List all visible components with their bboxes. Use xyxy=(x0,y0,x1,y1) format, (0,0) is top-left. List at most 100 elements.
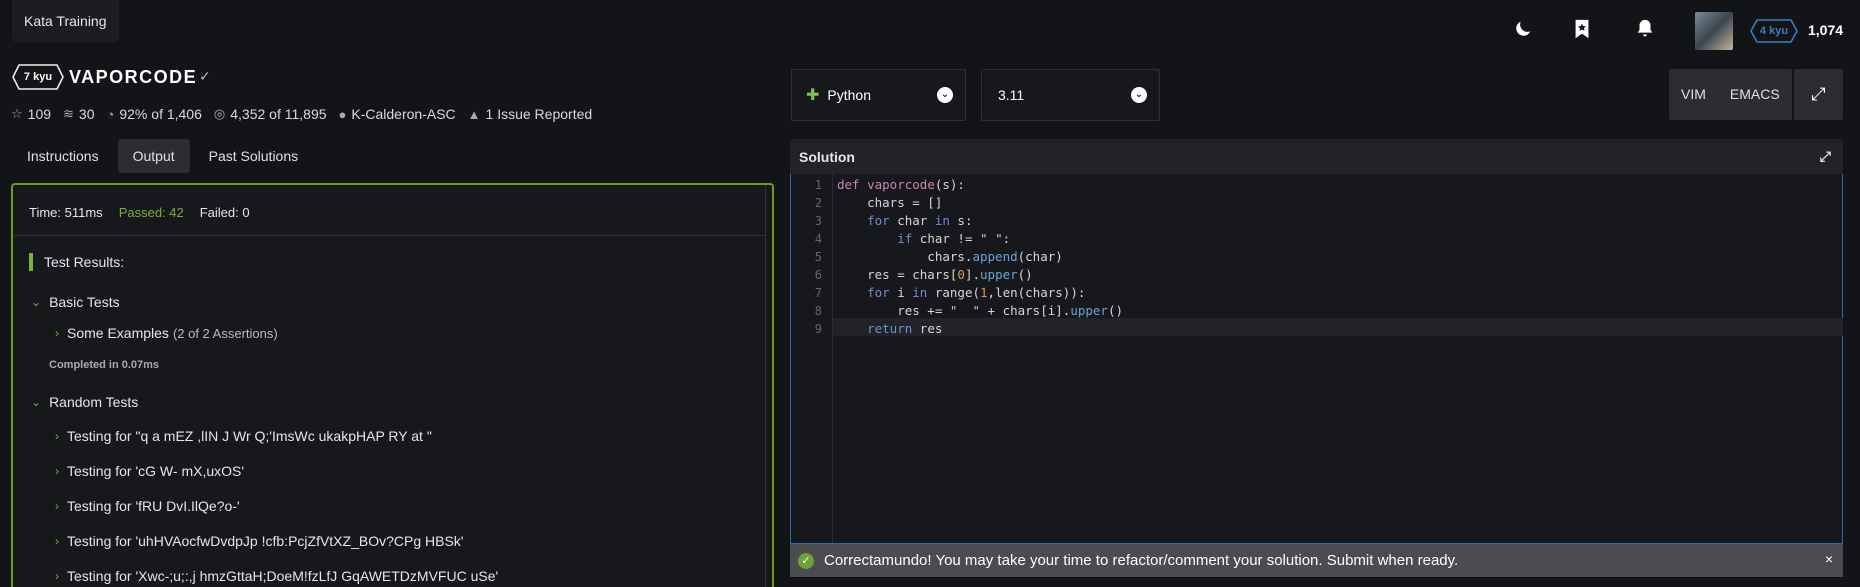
expand-icon: ⤢ xyxy=(1811,84,1826,104)
list-item[interactable]: › Testing for 'fRU DvI.IlQe?o-' xyxy=(55,498,240,514)
version-value: 3.11 xyxy=(998,87,1025,103)
time-label: Time: 511ms xyxy=(29,205,103,220)
satisfaction-value: 92% xyxy=(119,106,148,122)
divider xyxy=(13,235,766,236)
code-line: chars.append(char) xyxy=(837,249,1063,264)
rating-icon: ◔ xyxy=(106,106,115,122)
tab-output[interactable]: Output xyxy=(117,139,190,173)
layers-icon: ≋ xyxy=(63,106,74,121)
check-circle-icon: ✓ xyxy=(798,552,814,569)
check-icon: ✓ xyxy=(199,68,211,84)
code-line: chars = [] xyxy=(837,195,943,210)
chevron-down-icon: ⌄ xyxy=(31,395,42,409)
emacs-button[interactable]: EMACS xyxy=(1718,69,1792,120)
kata-title: VAPORCODE xyxy=(69,67,198,87)
issues-stat[interactable]: ▲ 1 Issue Reported xyxy=(468,106,593,122)
language-select[interactable]: ✚ Python ⌄ xyxy=(791,69,966,121)
target-icon: ◎ xyxy=(213,106,226,121)
completed-stat: ◎ 4,352 of 11,895 xyxy=(214,106,327,122)
code-editor[interactable]: 1 2 3 4 5 6 7 8 9 def vaporcode(s): char… xyxy=(790,174,1843,544)
bell-icon[interactable] xyxy=(1634,18,1656,40)
chevron-right-icon: › xyxy=(55,534,59,548)
chevron-right-icon: › xyxy=(55,326,59,340)
chevron-down-icon: ⌄ xyxy=(1131,87,1147,103)
completed-total: of 11,895 xyxy=(269,106,327,122)
fullscreen-button[interactable]: ⤢ xyxy=(1794,69,1843,120)
active-line-highlight xyxy=(833,318,1843,336)
line-number: 5 xyxy=(814,250,822,264)
stars-stat[interactable]: ☆ 109 xyxy=(11,106,51,122)
test-label: Testing for 'cG W- mX,uxOS' xyxy=(67,463,245,479)
tab-instructions[interactable]: Instructions xyxy=(12,139,114,173)
list-item[interactable]: › Testing for 'Xwc-;u;:,j hmzGttaH;DoeM!… xyxy=(55,568,498,584)
notification-message: Correctamundo! You may take your time to… xyxy=(824,552,1459,569)
list-item[interactable]: › Testing for 'uhHVAocfwDvdpJp !cfb:PcjZ… xyxy=(55,533,463,549)
kata-training-tab[interactable]: Kata Training xyxy=(12,0,119,42)
list-item[interactable]: › Testing for "q a mEZ ,lIN J Wr Q;'ImsW… xyxy=(55,428,432,444)
success-notification: ✓ Correctamundo! You may take your time … xyxy=(790,544,1843,577)
chevron-right-icon: › xyxy=(55,499,59,513)
failed-label: Failed: 0 xyxy=(199,205,250,220)
bookmark-icon[interactable] xyxy=(1571,18,1593,40)
chevron-down-icon: ⌄ xyxy=(31,295,42,309)
completed-time: Completed in 0.07ms xyxy=(49,359,160,371)
kyu-badge: 7 kyu xyxy=(12,64,64,90)
language-value: Python xyxy=(827,87,871,103)
editor-mode-group: VIM EMACS xyxy=(1669,69,1792,120)
test-label: Testing for 'uhHVAocfwDvdpJp !cfb:PcjZfV… xyxy=(67,533,464,549)
solution-title: Solution xyxy=(799,148,855,165)
code-line: return res xyxy=(867,321,943,336)
satisfaction-stat: ◔ 92% of 1,406 xyxy=(107,106,202,122)
tab-past-solutions[interactable]: Past Solutions xyxy=(194,139,314,173)
test-results-title: Test Results: xyxy=(29,253,124,271)
code-line: if char != " ": xyxy=(897,231,1011,246)
code-line: def vaporcode(s): xyxy=(837,177,965,192)
honor-count: 1,074 xyxy=(1808,22,1844,38)
collections-stat: ≋ 30 xyxy=(63,106,94,122)
user-icon: ● xyxy=(338,106,347,122)
list-item[interactable]: › Testing for 'cG W- mX,uxOS' xyxy=(55,463,244,479)
output-panel: Time: 511ms Passed: 42 Failed: 0 Test Re… xyxy=(11,183,774,587)
code-line: res += " " + chars[i].upper() xyxy=(837,303,1124,318)
issues-text[interactable]: 1 Issue Reported xyxy=(486,106,593,122)
avatar[interactable] xyxy=(1695,12,1733,50)
test-summary: Time: 511ms Passed: 42 Failed: 0 xyxy=(29,205,250,220)
expand-icon[interactable]: ⤢ xyxy=(1820,148,1831,165)
rank-badge[interactable]: 4 kyu xyxy=(1750,19,1798,43)
test-label: Testing for "q a mEZ ,lIN J Wr Q;'ImsWc … xyxy=(67,428,432,444)
random-tests-group[interactable]: ⌄ Random Tests xyxy=(31,394,138,410)
basic-tests-group[interactable]: ⌄ Basic Tests xyxy=(31,294,120,310)
solution-header: Solution ⤢ xyxy=(790,139,1843,174)
author-stat[interactable]: ● K-Calderon-ASC xyxy=(339,106,456,122)
some-examples-item[interactable]: › Some Examples (2 of 2 Assertions) xyxy=(55,325,278,341)
code-line: for i in range(1,len(chars)): xyxy=(867,285,1086,300)
kyu-label: 7 kyu xyxy=(23,71,53,83)
line-gutter: 1 2 3 4 5 6 7 8 9 xyxy=(791,174,833,543)
code-line: for char in s: xyxy=(867,213,973,228)
item-label: Some Examples xyxy=(67,325,169,341)
version-select[interactable]: 3.11 ⌄ xyxy=(981,69,1160,121)
author-name[interactable]: K-Calderon-ASC xyxy=(351,106,455,122)
kata-tabs: Instructions Output Past Solutions xyxy=(12,139,313,173)
chevron-down-icon: ⌄ xyxy=(937,87,953,103)
line-number: 3 xyxy=(814,214,822,228)
assertion-count: (2 of 2 Assertions) xyxy=(172,325,278,341)
completed-count: 4,352 xyxy=(230,106,266,122)
moon-icon[interactable] xyxy=(1512,18,1534,40)
star-icon: ☆ xyxy=(11,106,23,121)
chevron-right-icon: › xyxy=(55,429,59,443)
passed-label: Passed: 42 xyxy=(118,205,184,220)
python-icon: ✚ xyxy=(806,87,820,104)
test-label: Testing for 'fRU DvI.IlQe?o-' xyxy=(67,498,240,514)
vim-button[interactable]: VIM xyxy=(1669,69,1718,120)
line-number: 4 xyxy=(814,232,822,246)
line-number: 1 xyxy=(814,178,822,192)
kata-stats: ☆ 109 ≋ 30 ◔ 92% of 1,406 ◎ 4,352 of 11,895 … xyxy=(11,106,604,122)
line-number: 2 xyxy=(814,196,822,210)
output-scroll-area[interactable]: Time: 511ms Passed: 42 Failed: 0 Test Re… xyxy=(13,185,766,587)
stars-count: 109 xyxy=(27,106,52,122)
close-icon[interactable]: × xyxy=(1825,551,1833,567)
line-number: 6 xyxy=(814,268,822,282)
collections-count: 30 xyxy=(78,106,95,122)
test-label: Testing for 'Xwc-;u;:,j hmzGttaH;DoeM!fz… xyxy=(67,568,499,584)
